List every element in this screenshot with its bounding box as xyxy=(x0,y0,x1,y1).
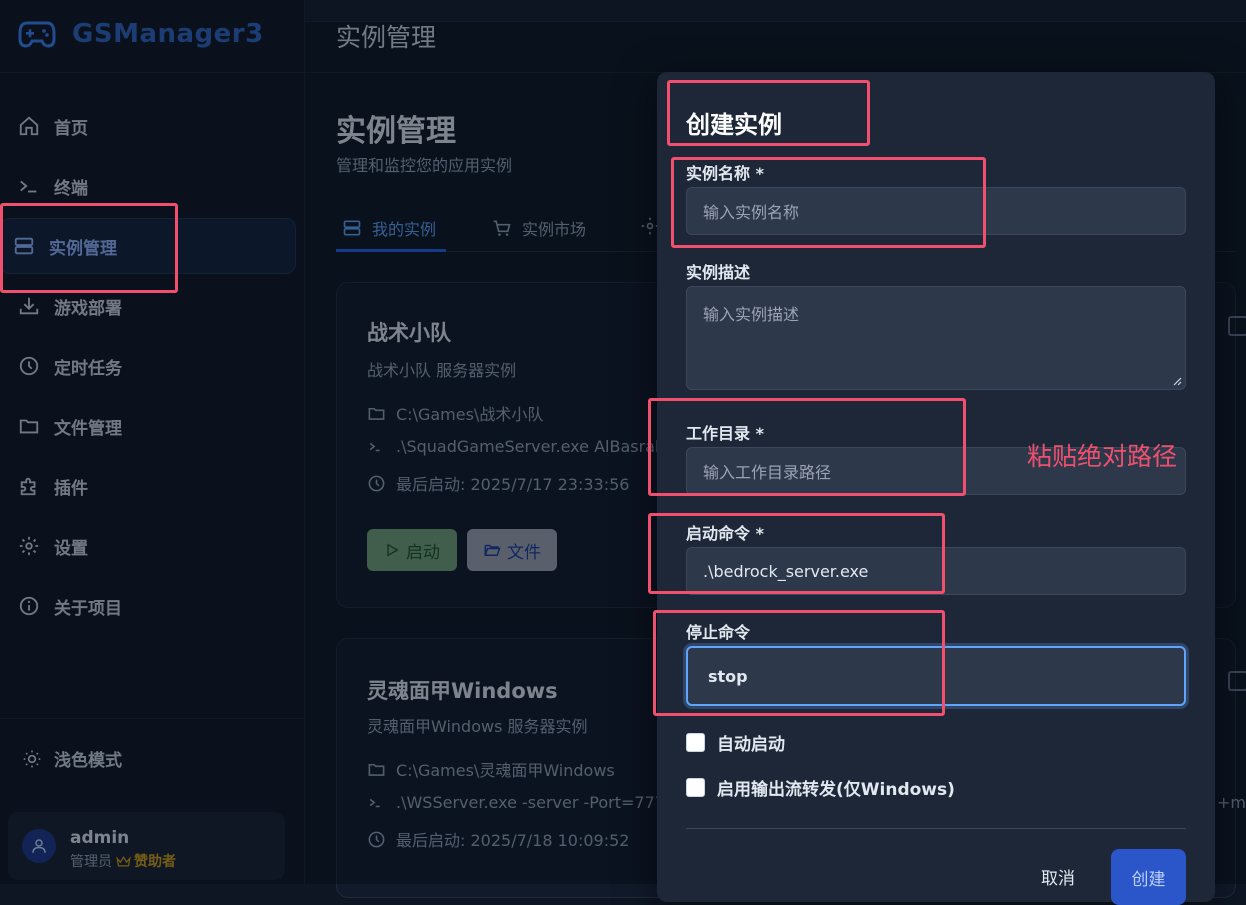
dialog-title: 创建实例 xyxy=(686,111,782,139)
output-forward-checkbox[interactable] xyxy=(686,778,705,797)
autostart-checkbox[interactable] xyxy=(686,733,705,752)
instance-desc-textarea[interactable]: 输入实例描述 xyxy=(686,286,1186,390)
start-command-input[interactable]: .\bedrock_server.exe xyxy=(686,547,1186,595)
autostart-label: 自动启动 xyxy=(717,735,785,755)
dialog-footer-divider xyxy=(686,828,1186,829)
stop-command-input[interactable]: stop xyxy=(686,646,1186,706)
name-label: 实例名称 * xyxy=(686,164,764,183)
workdir-label: 工作目录 * xyxy=(686,424,764,443)
desc-label: 实例描述 xyxy=(686,263,751,282)
resize-grip-icon[interactable] xyxy=(1172,376,1182,386)
cancel-button[interactable]: 取消 xyxy=(1041,864,1075,889)
annotation-note: 粘贴绝对路径 xyxy=(1027,442,1178,471)
output-forward-label: 启用输出流转发(仅Windows) xyxy=(717,780,955,800)
desc-placeholder: 输入实例描述 xyxy=(703,305,800,324)
autostart-checkbox-row[interactable]: 自动启动 xyxy=(686,730,785,755)
output-forward-checkbox-row[interactable]: 启用输出流转发(仅Windows) xyxy=(686,775,955,800)
instance-name-input[interactable]: 输入实例名称 xyxy=(686,187,1186,235)
stop-cmd-label: 停止命令 xyxy=(686,623,751,642)
create-button[interactable]: 创建 xyxy=(1111,849,1186,905)
start-cmd-label: 启动命令 * xyxy=(686,524,764,543)
create-instance-dialog: 创建实例 实例名称 * 输入实例名称 实例描述 输入实例描述 工作目录 * 输入… xyxy=(657,72,1215,905)
